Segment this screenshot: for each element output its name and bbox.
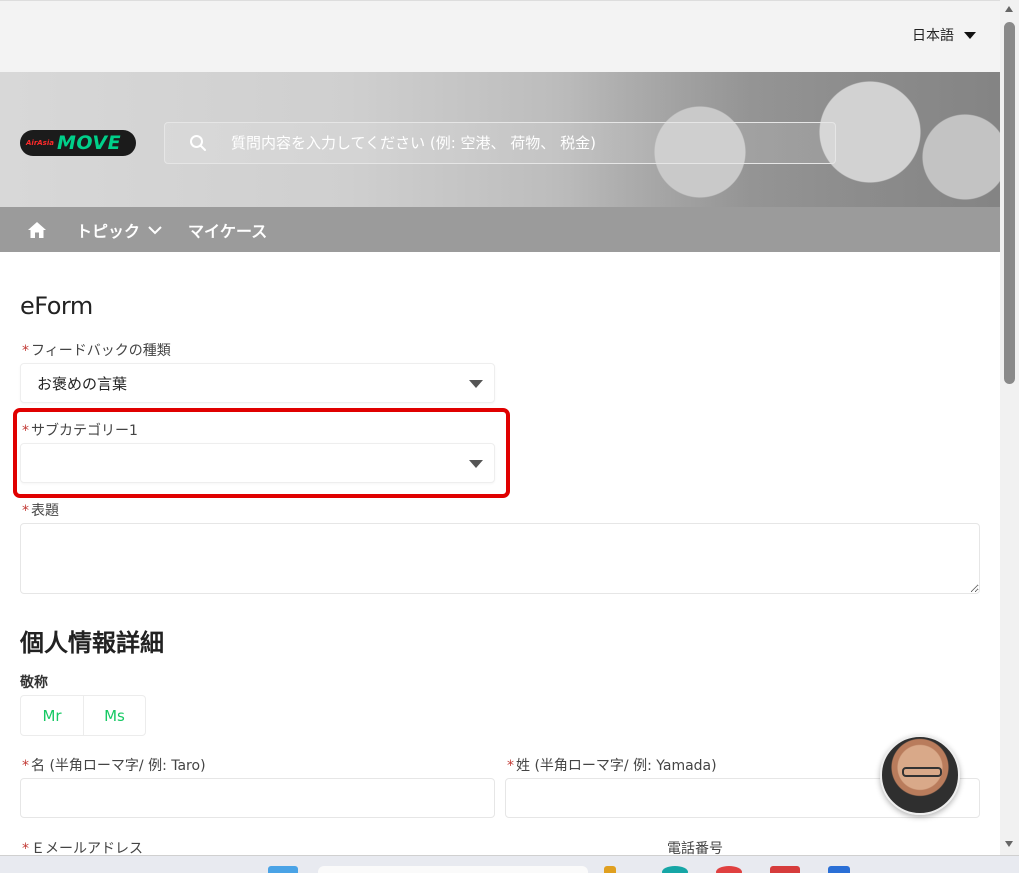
subcategory1-select[interactable] [20, 443, 495, 483]
nav-topics[interactable]: トピック [76, 218, 162, 242]
taskbar-app-icon[interactable] [770, 866, 800, 873]
salutation-label: 敬称 [20, 675, 48, 691]
dropdown-arrow-icon [469, 380, 483, 388]
scrollbar-thumb[interactable] [1004, 22, 1015, 384]
taskbar-app-icon[interactable] [604, 866, 616, 873]
page-scrollbar[interactable] [1000, 0, 1019, 855]
search-input[interactable] [231, 123, 835, 163]
first-name-label: * 名 (半角ローマ字/ 例: Taro) [22, 755, 206, 775]
first-name-input[interactable] [20, 778, 495, 818]
scroll-up-icon[interactable] [1005, 6, 1013, 12]
caret-down-icon [964, 31, 976, 39]
salutation-ms-button[interactable]: Ms [83, 696, 145, 735]
language-selector[interactable]: 日本語 [912, 25, 976, 45]
feedback-type-label-text: フィードバックの種類 [31, 343, 171, 359]
subcategory1-label-text: サブカテゴリー1 [31, 423, 138, 439]
top-bar: 日本語 [0, 0, 1000, 72]
logo-word: MOVE [56, 132, 122, 154]
dropdown-arrow-icon [469, 460, 483, 468]
home-icon [28, 221, 46, 238]
subject-textarea[interactable] [20, 523, 980, 594]
required-mark: * [507, 758, 514, 774]
os-taskbar [0, 855, 1019, 873]
language-label: 日本語 [912, 28, 954, 44]
required-mark: * [22, 343, 29, 359]
search-box[interactable] [164, 122, 836, 164]
logo-brand-mark: AirAsia [26, 139, 54, 147]
avatar-glasses [902, 767, 942, 777]
feedback-type-value: お褒めの言葉 [37, 374, 128, 393]
feedback-type-label: * フィードバックの種類 [22, 340, 171, 360]
first-name-label-text: 名 (半角ローマ字/ 例: Taro) [31, 758, 206, 774]
required-mark: * [22, 758, 29, 774]
nav-my-cases-label: マイケース [188, 221, 268, 241]
scroll-down-icon[interactable] [1005, 841, 1013, 847]
last-name-label-text: 姓 (半角ローマ字/ 例: Yamada) [516, 758, 717, 774]
windows-start-icon[interactable] [268, 866, 298, 873]
search-icon [165, 134, 231, 152]
chevron-down-icon [148, 225, 162, 234]
subcategory1-label: * サブカテゴリー1 [22, 420, 138, 440]
salutation-mr-button[interactable]: Mr [21, 696, 83, 735]
form-title: eForm [20, 292, 93, 320]
feedback-type-select[interactable]: お褒めの言葉 [20, 363, 495, 403]
taskbar-app-icon[interactable] [828, 866, 850, 873]
taskbar-search[interactable] [318, 866, 588, 873]
required-mark: * [22, 503, 29, 519]
personal-info-title: 個人情報詳細 [20, 629, 164, 657]
nav-my-cases[interactable]: マイケース [188, 218, 267, 242]
airasia-move-logo[interactable]: AirAsia MOVE [20, 130, 136, 156]
taskbar-app-icon[interactable] [716, 866, 742, 873]
last-name-label: * 姓 (半角ローマ字/ 例: Yamada) [507, 755, 717, 775]
main-nav: トピック マイケース [0, 207, 1000, 252]
subject-label: * 表題 [22, 500, 59, 520]
hero-banner: AirAsia MOVE [0, 72, 1000, 207]
taskbar-app-icon[interactable] [662, 866, 688, 873]
salutation-toggle: Mr Ms [20, 695, 146, 736]
nav-topics-label: トピック [76, 221, 141, 241]
home-button[interactable] [20, 207, 54, 252]
chat-assistant-avatar[interactable] [880, 735, 960, 815]
subject-label-text: 表題 [31, 503, 59, 519]
required-mark: * [22, 423, 29, 439]
